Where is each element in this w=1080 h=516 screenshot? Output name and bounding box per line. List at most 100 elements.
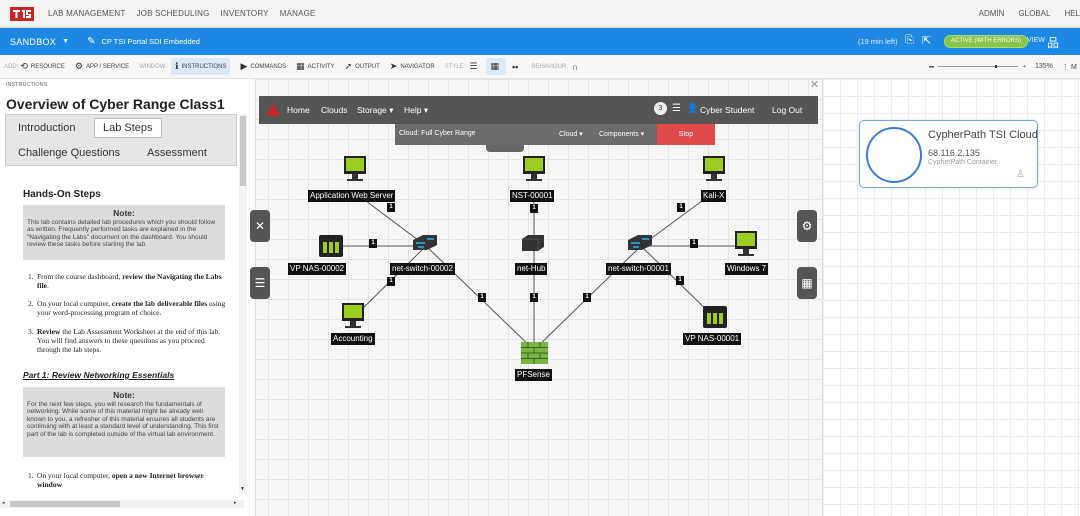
calendar-icon: ▦	[296, 61, 305, 71]
share-icon[interactable]: ⇱	[922, 34, 931, 47]
node-label[interactable]: Application Web Server	[308, 190, 396, 202]
link-badge[interactable]: 1	[677, 203, 685, 212]
list-item: 1. On your local computer, open a new In…	[28, 471, 204, 489]
cloud-card[interactable]: CypherPath TSI Cloud 68.116.2.135 Cypher…	[859, 120, 1038, 188]
list-item: 3. Review the Lab Assessment Worksheet a…	[28, 327, 221, 354]
components-menu[interactable]: Components ▾	[599, 130, 644, 138]
chevron-down-icon[interactable]: ▼	[62, 38, 69, 45]
nav-storage[interactable]: Storage ▾	[357, 105, 393, 116]
tab-introduction[interactable]: Introduction	[10, 119, 83, 137]
link-badge[interactable]: 1	[583, 293, 591, 302]
sandbox-dropdown[interactable]: SANDBOX	[10, 37, 56, 47]
scroll-right-icon[interactable]: ▸	[234, 500, 237, 506]
node-label[interactable]: Windows 7	[725, 263, 769, 275]
top-menu-bar: LAB MANAGEMENT JOB SCHEDULING INVENTORY …	[0, 0, 1080, 28]
instructions-button[interactable]: ℹ INSTRUCTIONS	[171, 58, 231, 75]
node-label[interactable]: PFSense	[515, 369, 552, 381]
instructions-panel: Overview of Cyber Range Class1 Introduct…	[0, 92, 248, 512]
list-icon[interactable]: ☰	[672, 103, 681, 114]
link-badge[interactable]: 1	[676, 276, 684, 285]
list-panel-icon[interactable]: ☰	[250, 267, 270, 299]
node-label[interactable]: VP NAS-00001	[683, 333, 742, 345]
scrollbar-thumb[interactable]	[240, 116, 246, 186]
scroll-left-icon[interactable]: ◂	[2, 500, 5, 506]
collapse-handle[interactable]	[486, 145, 524, 152]
note-title: Note:	[113, 390, 135, 400]
more-menu[interactable]: ⋮ M	[1062, 63, 1077, 71]
lab-tabs: Introduction Lab Steps Challenge Questio…	[5, 114, 237, 166]
calendar-icon[interactable]: ▦	[797, 267, 817, 299]
link-badge[interactable]: 1	[690, 239, 698, 248]
sandbox-name[interactable]: CP TSI Portal SDI Embedded	[101, 37, 200, 46]
style-list-icon[interactable]: ☰	[469, 61, 480, 72]
add-resource-button[interactable]: ⟲ RESOURCE	[20, 61, 65, 72]
settings-icon[interactable]: ⚙	[797, 210, 817, 242]
list-item: 1. From the course dashboard, review the…	[28, 272, 222, 290]
user-icon: 👤	[687, 103, 699, 113]
info-icon: ℹ	[175, 61, 179, 71]
menu-admin[interactable]: ADMIN	[979, 9, 1005, 18]
sandbox-bar: SANDBOX ▼ ✎ CP TSI Portal SDI Embedded (…	[0, 28, 1080, 55]
magnet-icon[interactable]: ∩	[572, 62, 581, 72]
menu-manage[interactable]: MANAGE	[280, 9, 316, 18]
menu-inventory[interactable]: INVENTORY	[221, 9, 269, 18]
menu-global[interactable]: GLOBAL	[1018, 9, 1050, 18]
network-view-icon[interactable]: 品	[1047, 34, 1059, 51]
scrollbar-horizontal[interactable]: ◂ ▸	[0, 500, 244, 508]
menu-job-scheduling[interactable]: JOB SCHEDULING	[136, 9, 209, 18]
tab-assessment[interactable]: Assessment	[139, 144, 215, 162]
nav-home[interactable]: Home	[287, 105, 310, 115]
style-tile-icon[interactable]: ▪▪	[512, 62, 521, 72]
node-label[interactable]: net-switch-00001	[606, 263, 671, 275]
view-label: VIEW	[1027, 37, 1045, 44]
commands-button[interactable]: ▶ COMMANDS	[240, 61, 286, 72]
add-app-service-button[interactable]: ⚙ APP / SERVICE	[75, 61, 129, 72]
notification-badge[interactable]: 3	[654, 102, 667, 115]
cursor-icon: ➚	[344, 61, 353, 71]
status-badge[interactable]: ACTIVE (WITH ERRORS)	[944, 35, 1028, 48]
scroll-down-icon[interactable]: ▼	[240, 486, 245, 492]
output-button[interactable]: ➚ OUTPUT	[345, 61, 380, 72]
scrollbar-thumb[interactable]	[10, 501, 120, 507]
app-logo[interactable]	[10, 6, 34, 21]
menu-lab-management[interactable]: LAB MANAGEMENT	[48, 9, 125, 18]
zoom-level: 135%	[1035, 63, 1053, 70]
lab-logo-icon[interactable]	[265, 102, 281, 118]
link-badge[interactable]: 1	[530, 293, 538, 302]
time-remaining: (19 min left)	[858, 37, 898, 46]
logout-link[interactable]: Log Out	[772, 105, 802, 115]
style-grid-icon[interactable]: ▦	[486, 58, 506, 75]
pencil-icon[interactable]: ✎	[87, 36, 95, 47]
node-label[interactable]: VP NAS-00002	[288, 263, 347, 275]
add-label: ADD:	[4, 63, 19, 70]
zoom-slider[interactable]: +	[929, 65, 1029, 68]
link-badge[interactable]: 1	[478, 293, 486, 302]
nav-clouds[interactable]: Clouds	[321, 105, 347, 115]
tools-icon[interactable]: ✕	[250, 210, 270, 242]
link-badge[interactable]: 1	[387, 203, 395, 212]
activity-button[interactable]: ▦ ACTIVITY	[296, 61, 335, 72]
node-label[interactable]: net-switch-00002	[390, 263, 455, 275]
resource-icon: ⟲	[20, 61, 28, 71]
menu-help[interactable]: HEL	[1064, 9, 1080, 18]
tab-challenge-questions[interactable]: Challenge Questions	[10, 144, 128, 162]
scrollbar-vertical[interactable]: ▼	[239, 114, 247, 494]
clipboard-icon[interactable]: ⎘	[905, 34, 914, 47]
node-label[interactable]: Kali-X	[701, 190, 727, 202]
user-name[interactable]: Cyber Student	[700, 105, 754, 115]
link-badge[interactable]: 1	[369, 239, 377, 248]
link-badge[interactable]: 1	[387, 277, 395, 286]
tab-lab-steps[interactable]: Lab Steps	[94, 118, 162, 138]
nav-help[interactable]: Help ▾	[404, 105, 428, 116]
cloud-menu[interactable]: Cloud ▾	[559, 130, 583, 138]
play-icon: ▶	[240, 61, 248, 71]
node-label[interactable]: NST-00001	[510, 190, 555, 202]
node-label[interactable]: net-Hub	[515, 263, 548, 275]
navigator-button[interactable]: ➤ NAVIGATOR	[390, 61, 435, 72]
node-label[interactable]: Accounting	[331, 333, 375, 345]
close-icon[interactable]: ✕	[810, 78, 819, 91]
stop-button[interactable]: Stop	[657, 124, 715, 145]
style-label: STYLE:	[444, 63, 466, 70]
user-icon[interactable]: ♙	[1016, 169, 1025, 180]
link-badge[interactable]: 1	[530, 204, 538, 213]
